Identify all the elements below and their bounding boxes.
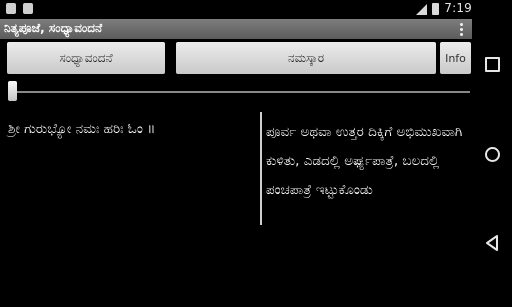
- info-button[interactable]: Info: [440, 42, 471, 74]
- signal-icon: [416, 3, 428, 15]
- app-title: ನಿತ್ಯಪೂಜೆ, ಸಂಧ್ಯಾವಂದನೆ: [4, 21, 103, 35]
- notification-icon: [6, 3, 16, 14]
- status-time: 7:19: [444, 1, 472, 15]
- action-bar: ನಿತ್ಯಪೂಜೆ, ಸಂಧ್ಯಾವಂದನೆ: [0, 19, 472, 39]
- status-left-icons: [6, 3, 33, 14]
- seek-slider-thumb[interactable]: [8, 81, 17, 101]
- mantra-text: ಶ್ರೀ ಗುರುಭ್ಯೋ ನಮಃ ಹರಿಃ ಓಂ ॥: [8, 121, 156, 137]
- recents-icon[interactable]: [481, 53, 503, 75]
- status-right-icons: 7:19: [416, 1, 472, 15]
- back-icon[interactable]: [481, 232, 503, 254]
- seek-slider-track[interactable]: [8, 91, 470, 93]
- namaskara-button[interactable]: ನಮಸ್ಕಾರ: [176, 42, 436, 74]
- home-icon[interactable]: [481, 143, 503, 165]
- sandhyavandane-button[interactable]: ಸಂಧ್ಯಾವಂದನೆ: [7, 42, 165, 74]
- content-divider: [260, 112, 262, 225]
- instruction-text: ಪೂರ್ವ ಅಥವಾ ಉತ್ತರ ದಿಕ್ಕಿಗೆ ಅಭಿಮುಖವಾಗಿ ಕುಳ…: [266, 124, 463, 198]
- status-bar: 7:19: [0, 0, 472, 18]
- battery-icon: [432, 2, 440, 15]
- navigation-bar: [472, 0, 512, 307]
- overflow-menu-icon[interactable]: [452, 19, 472, 39]
- android-icon: [23, 3, 33, 14]
